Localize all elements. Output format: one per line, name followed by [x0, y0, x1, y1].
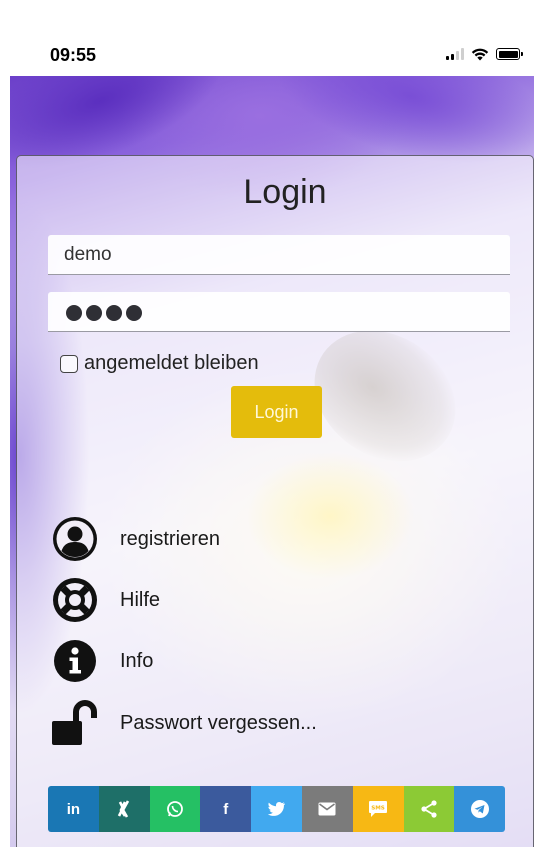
help-link[interactable]: Hilfe [50, 575, 160, 625]
remember-checkbox[interactable]: angemeldet bleiben [60, 352, 259, 375]
mail-icon [318, 802, 336, 816]
register-label: registrieren [120, 527, 221, 550]
twitter-share-button[interactable] [251, 786, 302, 832]
remember-label: angemeldet bleiben [84, 352, 259, 374]
username-input[interactable] [48, 235, 510, 275]
share-bar: in f SMS [48, 786, 506, 832]
twitter-icon [267, 802, 285, 816]
page-title: Login [243, 173, 327, 211]
sms-icon-text: SMS [371, 806, 385, 812]
email-share-button[interactable] [301, 786, 353, 832]
linkedin-icon: in [66, 800, 81, 818]
facebook-share-button[interactable]: f [200, 786, 252, 832]
generic-share-button[interactable] [403, 786, 455, 832]
linkedin-share-button[interactable]: in [48, 786, 99, 832]
login-button[interactable]: Login [231, 386, 322, 438]
telegram-share-button[interactable] [454, 786, 506, 832]
info-label: Info [120, 649, 154, 672]
info-link[interactable]: Info [50, 636, 153, 686]
wifi-icon [471, 48, 489, 61]
life-ring-icon [50, 575, 100, 625]
whatsapp-icon [167, 801, 183, 817]
status-icons [446, 47, 523, 61]
xing-share-button[interactable] [98, 786, 150, 832]
forgot-password-label: Passwort vergessen... [120, 711, 317, 734]
register-link[interactable]: registrieren [50, 514, 220, 564]
share-icon [421, 800, 437, 818]
checkbox-icon[interactable] [60, 354, 78, 373]
facebook-icon: f [223, 800, 229, 818]
sms-icon: SMS [369, 801, 388, 817]
signal-icon [446, 48, 464, 60]
unlock-icon [50, 698, 100, 748]
sms-share-button[interactable]: SMS [352, 786, 404, 832]
status-time: 09:55 [50, 45, 97, 65]
battery-icon [496, 48, 523, 60]
help-label: Hilfe [120, 588, 161, 611]
xing-icon [118, 800, 130, 818]
telegram-icon [470, 800, 489, 818]
forgot-password-link[interactable]: Passwort vergessen... [50, 698, 317, 748]
info-circle-icon [50, 636, 100, 686]
password-input[interactable] [48, 292, 510, 332]
whatsapp-share-button[interactable] [149, 786, 201, 832]
user-circle-icon [50, 514, 100, 564]
status-bar: 09:55 [10, 10, 534, 76]
